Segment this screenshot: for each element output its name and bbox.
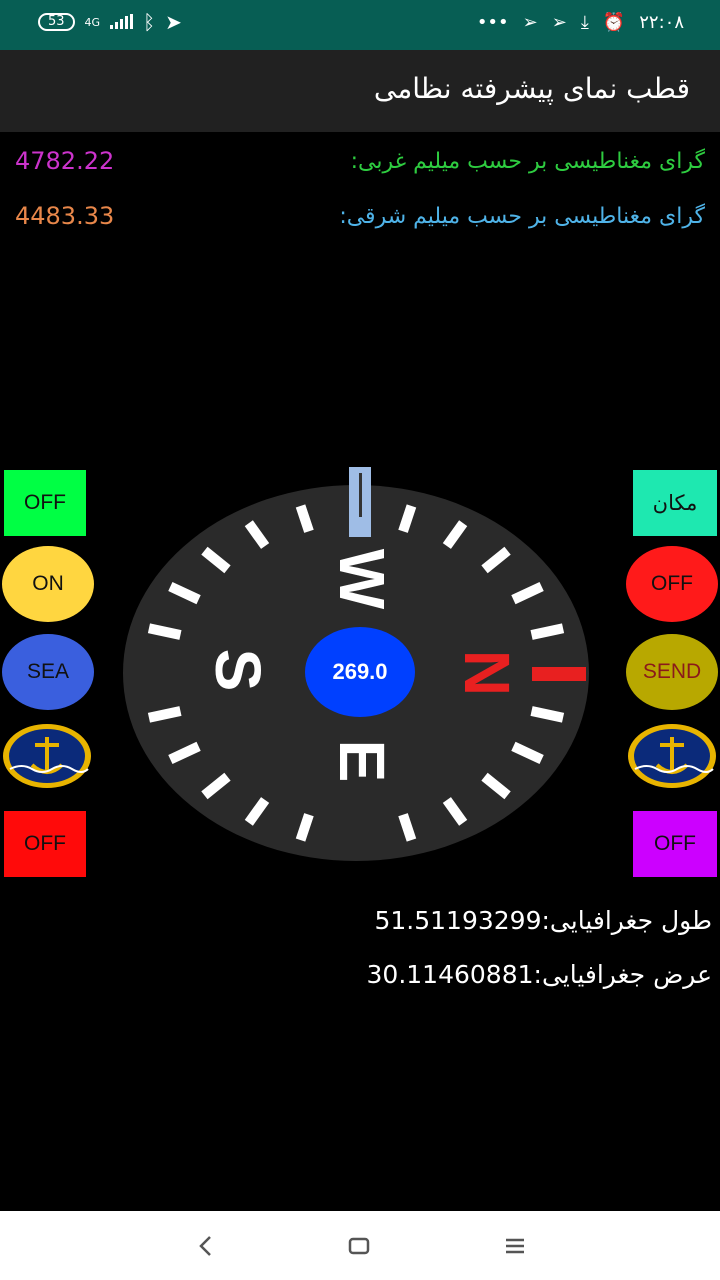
- off-button-green[interactable]: OFF: [4, 470, 86, 536]
- off-button-red[interactable]: OFF: [4, 811, 86, 877]
- signal-icon: [110, 14, 134, 29]
- off-button-purple[interactable]: OFF: [633, 811, 717, 877]
- latitude-text: عرض جغرافیایی:30.11460881: [366, 960, 712, 989]
- compass-tick: [147, 623, 182, 640]
- status-left: 53 4G ᛒ ➤: [38, 12, 182, 32]
- location-button[interactable]: مکان: [633, 470, 717, 536]
- west-reading-row: گرای مغناطیسی بر حسب میلیم غربی: 4782.22: [0, 143, 720, 183]
- west-bearing-value: 4782.22: [15, 147, 115, 175]
- page-title: قطب نمای پیشرفته نظامی: [373, 72, 690, 105]
- status-bar: 53 4G ᛒ ➤ ••• ➢ ➢ ⤓ ⏰ ۲۲:۰۸: [0, 0, 720, 50]
- heading-marker-line: [359, 473, 362, 517]
- east-reading-row: گرای مغناطیسی بر حسب میلیم شرقی: 4483.33: [0, 198, 720, 238]
- compass-letter-e: E: [326, 740, 398, 783]
- on-button[interactable]: ON: [2, 546, 94, 622]
- bluetooth-icon: ᛒ: [143, 10, 156, 34]
- north-marker: [532, 667, 586, 681]
- clock: ۲۲:۰۸: [639, 12, 684, 33]
- battery-icon: 53: [38, 13, 75, 31]
- location-arrow-icon: ➤: [165, 10, 182, 34]
- west-bearing-label: گرای مغناطیسی بر حسب میلیم غربی:: [350, 149, 705, 174]
- compass-letter-s: S: [202, 649, 274, 692]
- home-icon[interactable]: [348, 1236, 370, 1256]
- compass-tick: [530, 706, 565, 723]
- east-bearing-label: گرای مغناطیسی بر حسب میلیم شرقی:: [339, 204, 705, 229]
- download-icon: ⤓: [580, 12, 589, 33]
- status-right: ••• ➢ ➢ ⤓ ⏰ ۲۲:۰۸: [477, 12, 684, 33]
- east-bearing-value: 4483.33: [15, 202, 115, 230]
- sea-button[interactable]: SEA: [2, 634, 94, 710]
- network-type: 4G: [84, 15, 101, 29]
- compass-tick: [530, 623, 565, 640]
- navy-emblem-icon: [628, 724, 716, 788]
- compass-tick: [147, 706, 182, 723]
- telegram-icon: ➢: [522, 12, 538, 33]
- navigation-bar: [0, 1211, 720, 1280]
- compass-letter-w: W: [326, 549, 398, 610]
- send-button[interactable]: SEND: [626, 634, 718, 710]
- telegram-icon: ➢: [551, 12, 567, 33]
- more-notifications-icon: •••: [476, 12, 509, 33]
- back-icon[interactable]: [196, 1235, 216, 1257]
- heading-readout: 269.0: [305, 627, 415, 717]
- app-bar: قطب نمای پیشرفته نظامی: [0, 50, 720, 132]
- compass-letter-n: N: [451, 650, 523, 696]
- recent-apps-icon[interactable]: [504, 1236, 526, 1256]
- off-button-round-red[interactable]: OFF: [626, 546, 718, 622]
- alarm-icon: ⏰: [602, 12, 626, 33]
- navy-emblem-icon: [3, 724, 91, 788]
- longitude-text: طول جغرافیایی:51.51193299: [374, 906, 712, 935]
